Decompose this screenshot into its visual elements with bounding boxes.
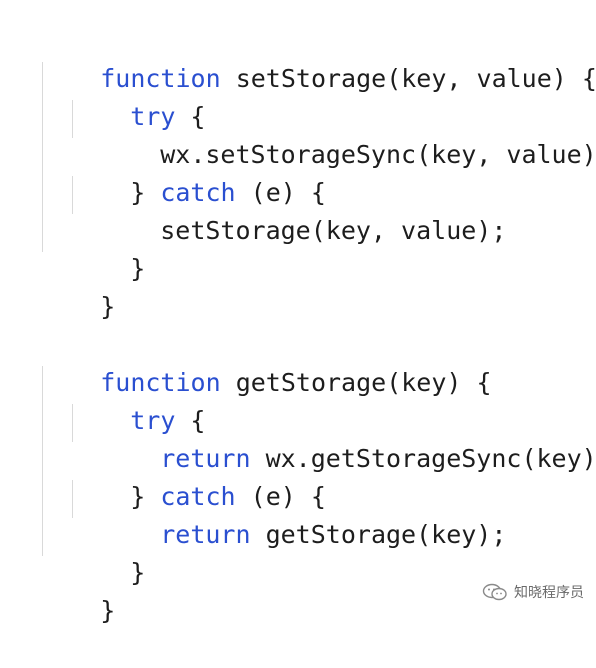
- code-text: }: [100, 596, 116, 625]
- code-text: getStorage(key) {: [220, 368, 492, 397]
- wechat-icon: [482, 583, 507, 601]
- code-line: } catch (e) {: [70, 440, 326, 511]
- code-line: function setStorage(key, value) {: [40, 22, 596, 93]
- code-line: }: [70, 516, 145, 587]
- code-line: }: [40, 554, 115, 625]
- code-line: return getStorage(key);: [100, 478, 506, 549]
- code-line: } catch (e) {: [70, 136, 326, 207]
- code-keyword: return: [160, 520, 251, 549]
- code-line: try {: [70, 364, 205, 435]
- code-text: getStorage(key);: [250, 520, 507, 549]
- code-line: setStorage(key, value);: [100, 174, 506, 245]
- code-text: setStorage(key, value);: [160, 216, 507, 245]
- code-line: wx.setStorageSync(key, value);: [100, 98, 596, 169]
- code-line: try {: [70, 60, 205, 131]
- watermark: 知晓程序员: [482, 582, 584, 602]
- code-line: function getStorage(key) {: [40, 326, 491, 397]
- code-text: }: [130, 254, 146, 283]
- code-text: }: [130, 558, 146, 587]
- code-text: }: [100, 292, 116, 321]
- code-line: }: [70, 212, 145, 283]
- code-line: }: [40, 250, 115, 321]
- code-block: function setStorage(key, value) { try { …: [0, 0, 596, 625]
- code-text: setStorage(key, value) {: [220, 64, 596, 93]
- code-line: return wx.getStorageSync(key);: [100, 402, 596, 473]
- watermark-text: 知晓程序员: [514, 585, 584, 601]
